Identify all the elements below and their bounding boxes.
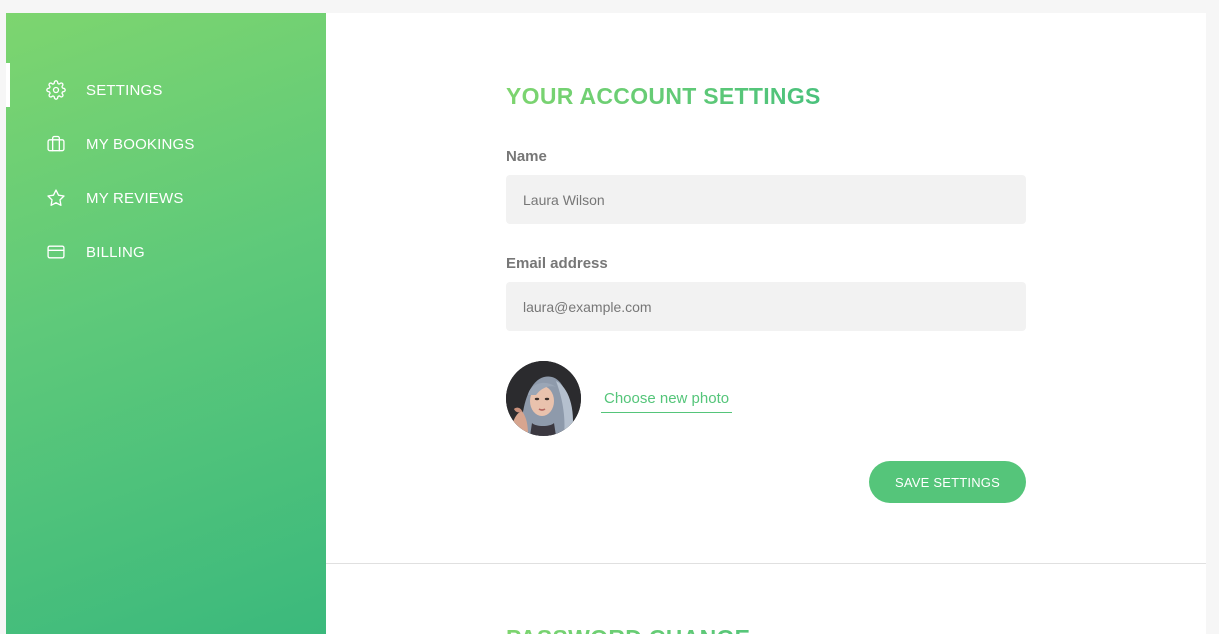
- save-settings-button[interactable]: SAVE SETTINGS: [869, 461, 1026, 503]
- email-form-group: Email address: [506, 255, 1026, 331]
- avatar: [506, 361, 581, 436]
- name-form-group: Name: [506, 148, 1026, 224]
- name-label: Name: [506, 148, 547, 165]
- sidebar: SETTINGS MY BOOKINGS MY REVIEWS BILLING: [6, 13, 326, 634]
- star-icon: [46, 188, 66, 208]
- sidebar-item-label: MY BOOKINGS: [86, 135, 195, 153]
- sidebar-item-label: SETTINGS: [86, 81, 163, 99]
- section-divider: [326, 563, 1206, 564]
- sidebar-menu: SETTINGS MY BOOKINGS MY REVIEWS BILLING: [6, 63, 326, 279]
- sidebar-item-my-reviews[interactable]: MY REVIEWS: [6, 171, 326, 225]
- app-window: SETTINGS MY BOOKINGS MY REVIEWS BILLING …: [6, 13, 1206, 634]
- sidebar-item-my-bookings[interactable]: MY BOOKINGS: [6, 117, 326, 171]
- email-input[interactable]: [506, 282, 1026, 331]
- user-photo-icon: [506, 361, 581, 436]
- main-content: YOUR ACCOUNT SETTINGS Name Email address: [326, 13, 1206, 634]
- name-input[interactable]: [506, 175, 1026, 224]
- password-change-title: PASSWORD CHANGE: [506, 625, 1026, 634]
- email-label: Email address: [506, 255, 608, 272]
- photo-upload-group: Choose new photo: [506, 361, 733, 436]
- account-settings-title: YOUR ACCOUNT SETTINGS: [506, 83, 1026, 110]
- briefcase-icon: [46, 134, 66, 154]
- sidebar-item-label: BILLING: [86, 243, 145, 261]
- sidebar-item-billing[interactable]: BILLING: [6, 225, 326, 279]
- settings-icon: [46, 80, 66, 100]
- sidebar-item-label: MY REVIEWS: [86, 189, 184, 207]
- credit-card-icon: [46, 242, 66, 262]
- account-settings-header: YOUR ACCOUNT SETTINGS: [506, 83, 1026, 110]
- choose-photo-link[interactable]: Choose new photo: [601, 390, 733, 413]
- sidebar-item-settings[interactable]: SETTINGS: [6, 63, 326, 117]
- password-change-header: PASSWORD CHANGE: [506, 625, 1026, 634]
